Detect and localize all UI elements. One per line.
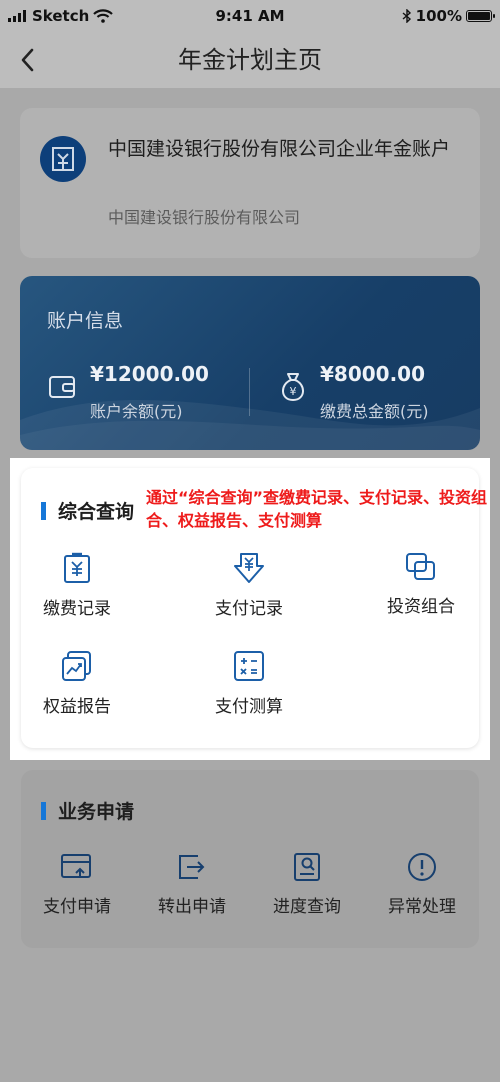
query-item-equity-report[interactable]: 权益报告	[17, 650, 137, 717]
info-divider	[249, 368, 250, 416]
wallet-icon	[49, 376, 75, 398]
query-item-calculator[interactable]: 支付测算	[189, 650, 309, 717]
bank-logo	[40, 136, 86, 182]
page-title: 年金计划主页	[178, 46, 322, 74]
nav-bar: 年金计划主页	[0, 32, 500, 88]
business-item-label: 进度查询	[273, 897, 341, 917]
paid-amount: ¥8000.00	[320, 362, 426, 386]
query-item-label: 投资组合	[387, 597, 455, 617]
account-company: 中国建设银行股份有限公司	[108, 208, 301, 227]
business-item-label: 异常处理	[388, 897, 456, 917]
annotation-text: 通过“综合查询”查缴费记录、支付记录、投资组合、权益报告、支付测算	[146, 488, 488, 530]
balance-amount: ¥12000.00	[90, 362, 209, 386]
business-item-payment-apply[interactable]: 支付申请	[17, 852, 137, 917]
business-item-progress-query[interactable]: 进度查询	[247, 852, 367, 917]
query-item-label: 支付记录	[215, 599, 283, 619]
account-name: 中国建设银行股份有限公司企业年金账户	[108, 138, 451, 160]
payment-apply-icon	[61, 854, 91, 878]
bank-logo-icon	[52, 147, 74, 171]
money-bag-icon: ¥	[282, 373, 304, 402]
svg-text:¥: ¥	[290, 385, 297, 398]
bluetooth-icon	[402, 9, 411, 23]
business-item-transfer-out[interactable]: 转出申请	[132, 852, 252, 917]
portfolio-icon	[406, 553, 435, 580]
account-card[interactable]: 中国建设银行股份有限公司企业年金账户 中国建设银行股份有限公司	[20, 108, 480, 258]
query-item-payment-record[interactable]: 缴费记录	[17, 552, 137, 619]
transfer-out-icon	[179, 855, 205, 879]
query-item-portfolio[interactable]: 投资组合	[361, 552, 481, 617]
battery-percent: 100%	[415, 7, 462, 25]
payment-record-icon	[64, 552, 90, 583]
business-section-title: 业务申请	[58, 801, 135, 823]
query-item-withdrawal-record[interactable]: 支付记录	[189, 552, 309, 619]
battery-icon	[466, 10, 495, 22]
business-item-label: 支付申请	[43, 897, 111, 917]
info-title: 账户信息	[47, 310, 124, 332]
business-card: 业务申请 支付申请 转出申请 进度查询 异常处理	[21, 770, 479, 948]
section-accent-bar	[41, 802, 46, 820]
business-item-label: 转出申请	[158, 897, 226, 917]
query-item-label: 缴费记录	[43, 599, 111, 619]
status-bar: Sketch 9:41 AM 100%	[0, 0, 500, 32]
section-accent-bar	[41, 502, 46, 520]
query-item-label: 支付测算	[215, 697, 283, 717]
account-info-card[interactable]: 账户信息 ¥12000.00 账户余额(元) ¥ ¥8000.00 缴费总金额(…	[20, 276, 480, 450]
business-item-exception[interactable]: 异常处理	[362, 852, 482, 917]
balance-label: 账户余额(元)	[90, 402, 183, 421]
equity-report-icon	[62, 651, 91, 681]
exception-icon	[408, 853, 436, 881]
withdrawal-record-icon	[234, 553, 264, 583]
paid-label: 缴费总金额(元)	[320, 402, 429, 421]
query-section-title: 综合查询	[58, 501, 135, 523]
calculator-icon	[234, 651, 264, 681]
query-item-label: 权益报告	[43, 697, 111, 717]
progress-query-icon	[294, 853, 320, 881]
